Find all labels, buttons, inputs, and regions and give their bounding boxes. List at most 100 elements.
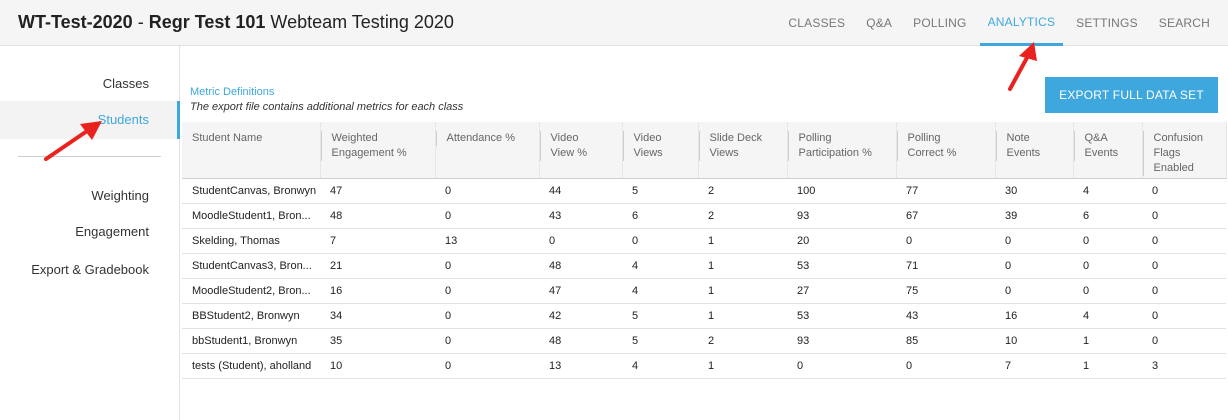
column-header-text: View % [550, 147, 587, 159]
table-cell: 30 [995, 178, 1073, 204]
table-cell: 13 [539, 353, 622, 379]
column-header[interactable]: Polling Correct % [896, 122, 996, 179]
column-header-text: Polling [798, 132, 832, 144]
sidebar-item-weighting[interactable]: Weighting [91, 188, 149, 203]
column-header-text: Events [1084, 147, 1119, 159]
column-header-text: Flags [1153, 147, 1181, 159]
table-cell: 4 [622, 278, 698, 304]
table-row[interactable]: BBStudent2, Bronwyn 34 0 42 5 1 53 43 16 4 0 [182, 303, 1226, 329]
table-cell: 2 [698, 178, 787, 204]
column-header-text: Correct % [907, 147, 957, 159]
column-header[interactable]: Video Views [622, 122, 699, 179]
export-full-data-set-button[interactable]: EXPORT FULL DATA SET [1045, 77, 1218, 113]
table-cell: 39 [995, 203, 1073, 229]
sidebar: Classes Students Weighting Engagement Ex… [0, 46, 180, 420]
table-cell: 2 [698, 328, 787, 354]
table-cell: 0 [1073, 278, 1142, 304]
table-cell: 43 [896, 303, 995, 329]
column-header-text: Participation % [798, 147, 872, 159]
students-table: Student Name Weighted Engagement % Attendan… [182, 122, 1228, 379]
table-cell: 5 [622, 303, 698, 329]
table-cell: 21 [320, 253, 435, 279]
table-cell: 42 [539, 303, 622, 329]
table-cell: 47 [320, 178, 435, 204]
column-header[interactable]: Student Name [182, 122, 321, 179]
nav-polling[interactable]: POLLING [905, 0, 974, 46]
course-description: Webteam Testing 2020 [265, 12, 454, 32]
student-name-cell: tests (Student), aholland [182, 353, 320, 379]
column-header-text: Student Name [192, 132, 263, 144]
sidebar-item-engagement[interactable]: Engagement [75, 224, 149, 239]
table-cell: 0 [1142, 278, 1226, 304]
column-header-text: Weighted [331, 132, 378, 144]
table-cell: 6 [622, 203, 698, 229]
table-cell: 93 [787, 328, 896, 354]
course-name: Regr Test 101 [148, 12, 266, 32]
table-cell: 48 [539, 253, 622, 279]
table-cell: 0 [995, 278, 1073, 304]
table-cell: 5 [622, 178, 698, 204]
table-cell: 1 [698, 253, 787, 279]
column-header[interactable]: Polling Participation % [787, 122, 897, 179]
table-header-row: Student Name Weighted Engagement % Attendan… [182, 122, 1227, 179]
table-row[interactable]: tests (Student), aholland 10 0 13 4 1 0 0 7 1 3 [182, 353, 1226, 379]
table-cell: 0 [1142, 253, 1226, 279]
nav-settings[interactable]: SETTINGS [1068, 0, 1146, 46]
table-cell: 35 [320, 328, 435, 354]
table-cell: 4 [622, 253, 698, 279]
table-cell: 43 [539, 203, 622, 229]
table-cell: 0 [1073, 253, 1142, 279]
table-cell: 1 [1073, 353, 1142, 379]
table-cell: 4 [622, 353, 698, 379]
table-cell: 20 [787, 228, 896, 254]
student-name-cell: MoodleStudent2, Bron... [182, 278, 320, 304]
column-header-text: Attendance % [446, 132, 516, 144]
column-header[interactable]: Slide Deck Views [698, 122, 788, 179]
student-name-cell: StudentCanvas3, Bron... [182, 253, 320, 279]
course-code: WT-Test-2020 [18, 12, 133, 32]
table-cell: 1 [698, 303, 787, 329]
nav-search[interactable]: SEARCH [1151, 0, 1218, 46]
annotation-arrow-students [44, 121, 102, 161]
column-header-text: Enabled [1153, 162, 1194, 174]
sidebar-item-export-gradebook[interactable]: Export & Gradebook [31, 262, 149, 277]
table-cell: 1 [698, 353, 787, 379]
student-name-cell: Skelding, Thomas [182, 228, 320, 254]
table-cell: 13 [435, 228, 539, 254]
table-cell: 0 [435, 178, 539, 204]
table-cell: 0 [539, 228, 622, 254]
table-cell: 7 [995, 353, 1073, 379]
table-cell: 0 [435, 278, 539, 304]
sidebar-item-classes[interactable]: Classes [103, 76, 149, 91]
column-header[interactable]: Weighted Engagement % [320, 122, 436, 179]
table-cell: 0 [622, 228, 698, 254]
title-separator: - [132, 12, 149, 32]
table-row[interactable]: Skelding, Thomas 7 13 0 0 1 20 0 0 0 0 [182, 228, 1226, 254]
table-cell: 77 [896, 178, 995, 204]
table-cell: 0 [995, 228, 1073, 254]
table-cell: 75 [896, 278, 995, 304]
column-header-text: Q&A [1084, 132, 1108, 144]
table-cell: 47 [539, 278, 622, 304]
table-cell: 10 [995, 328, 1073, 354]
column-header[interactable]: Video View % [539, 122, 623, 179]
column-header[interactable]: Confusion Flags Enabled [1142, 122, 1227, 179]
table-cell: 67 [896, 203, 995, 229]
table-row[interactable]: StudentCanvas3, Bron... 21 0 48 4 1 53 71 0 0 0 [182, 253, 1226, 279]
nav-classes[interactable]: CLASSES [780, 0, 853, 46]
column-header[interactable]: Q&A Events [1073, 122, 1143, 179]
table-row[interactable]: MoodleStudent1, Bron... 48 0 43 6 2 93 67 39 6 0 [182, 203, 1226, 229]
metric-definitions-link[interactable]: Metric Definitions [190, 86, 274, 98]
column-header-text: Note [1006, 132, 1030, 144]
top-nav: CLASSES Q&A POLLING ANALYTICS SETTINGS S… [775, 0, 1218, 46]
table-cell: 1 [1073, 328, 1142, 354]
table-cell: 1 [698, 228, 787, 254]
column-header[interactable]: Attendance % [435, 122, 540, 179]
table-row[interactable]: StudentCanvas, Bronwyn 47 0 44 5 2 100 77 30 4 0 [182, 178, 1226, 204]
column-header[interactable]: Note Events [995, 122, 1074, 179]
nav-qa[interactable]: Q&A [858, 0, 900, 46]
table-row[interactable]: MoodleStudent2, Bron... 16 0 47 4 1 27 75 0 0 0 [182, 278, 1226, 304]
table-cell: 0 [1142, 203, 1226, 229]
table-row[interactable]: bbStudent1, Bronwyn 35 0 48 5 2 93 85 10 1 0 [182, 328, 1226, 354]
table-cell: 93 [787, 203, 896, 229]
